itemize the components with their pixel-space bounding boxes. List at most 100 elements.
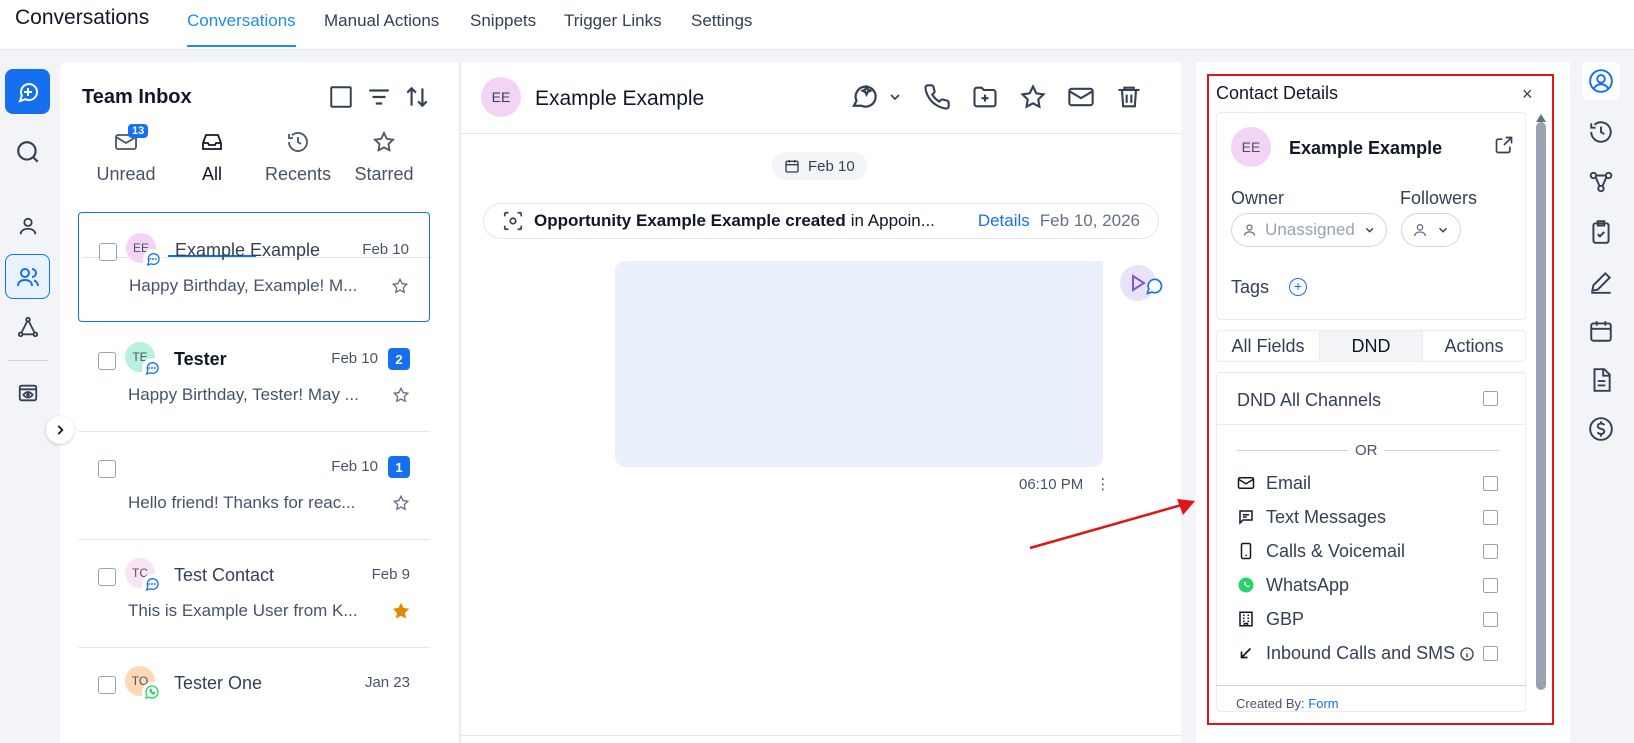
info-icon[interactable] xyxy=(1459,646,1475,662)
dnd-calls-checkbox[interactable] xyxy=(1483,544,1498,559)
dnd-inbound-checkbox[interactable] xyxy=(1483,646,1498,661)
star-filled-icon[interactable] xyxy=(392,602,410,620)
star-icon[interactable] xyxy=(392,494,410,512)
dnd-channel-label: Inbound Calls and SMS xyxy=(1266,643,1456,663)
conversation-checkbox[interactable] xyxy=(98,676,116,694)
tab-trigger-links[interactable]: Trigger Links xyxy=(564,11,662,47)
activity-date: Feb 10, 2026 xyxy=(1039,211,1140,230)
more-vertical-icon[interactable]: ⋮ xyxy=(1095,476,1110,493)
chat-channel-icon xyxy=(142,358,162,378)
inbox-icon xyxy=(202,134,222,150)
conversation-checkbox[interactable] xyxy=(98,460,116,478)
top-navigation: Conversations Conversations Manual Actio… xyxy=(0,0,1634,50)
conversation-checkbox[interactable] xyxy=(98,568,116,586)
triangle-nodes-icon xyxy=(17,316,38,337)
activity-details-link[interactable]: Details xyxy=(978,211,1030,231)
created-by-label: Created By: xyxy=(1236,696,1305,711)
contact-details-panel: Contact Details × EE Example Example Own… xyxy=(1196,62,1570,743)
conversation-item[interactable]: Feb 10 1 Hello friend! Thanks for reac..… xyxy=(78,430,430,540)
user-circle-icon xyxy=(1589,69,1613,93)
message-bubble xyxy=(615,261,1103,467)
mail-icon[interactable] xyxy=(1067,83,1095,111)
external-link-icon[interactable] xyxy=(1494,135,1514,155)
conversation-item[interactable]: EE Example Example Feb 10 Happy Birthday… xyxy=(78,212,430,322)
conversation-checkbox[interactable] xyxy=(98,352,116,370)
search-icon xyxy=(16,140,39,163)
conversation-date: Feb 9 xyxy=(371,566,410,583)
dnd-email-checkbox[interactable] xyxy=(1483,476,1498,491)
app-title: Conversations xyxy=(15,6,150,29)
expand-sidebar-button[interactable] xyxy=(46,416,74,444)
document-icon xyxy=(1593,368,1611,392)
dnd-whatsapp-checkbox[interactable] xyxy=(1483,578,1498,593)
contacts-button[interactable] xyxy=(5,203,50,248)
building-icon xyxy=(1237,610,1255,628)
dnd-all-channels-checkbox[interactable] xyxy=(1483,391,1498,406)
conversation-date: Feb 10 xyxy=(362,241,409,258)
trash-icon[interactable] xyxy=(1115,83,1143,111)
filter-icon[interactable] xyxy=(366,84,392,110)
clock-icon xyxy=(288,132,308,152)
conversation-name: Tester xyxy=(174,349,227,369)
created-by-value[interactable]: Form xyxy=(1308,696,1338,711)
tab-conversations[interactable]: Conversations xyxy=(187,11,296,47)
chevron-down-icon[interactable] xyxy=(887,89,903,105)
user-icon xyxy=(1414,224,1426,237)
dnd-channel-text-messages: Text Messages xyxy=(1217,503,1525,533)
star-icon[interactable] xyxy=(391,277,409,295)
star-icon[interactable] xyxy=(1019,83,1047,111)
tab-actions[interactable]: Actions xyxy=(1423,331,1525,361)
tab-dnd[interactable]: DND xyxy=(1320,331,1423,361)
scroll-up-arrow[interactable] xyxy=(1536,114,1546,122)
followers-select[interactable] xyxy=(1401,213,1461,247)
folder-plus-icon[interactable] xyxy=(971,83,999,111)
star-icon[interactable] xyxy=(392,386,410,404)
opportunity-icon xyxy=(503,211,523,231)
tab-all-fields[interactable]: All Fields xyxy=(1217,331,1320,361)
conversation-list: EE Example Example Feb 10 Happy Birthday… xyxy=(78,212,430,743)
activity-title: Opportunity Example Example created xyxy=(534,211,846,230)
ai-assistant-icon[interactable] xyxy=(849,82,879,112)
conversation-item[interactable]: TC Test Contact Feb 9 This is Example Us… xyxy=(78,538,430,648)
close-icon[interactable]: × xyxy=(1522,84,1533,105)
history-button[interactable] xyxy=(1582,113,1620,151)
conversation-checkbox[interactable] xyxy=(99,243,117,261)
select-all-checkbox[interactable] xyxy=(328,84,354,110)
conversation-contact-name: Example Example xyxy=(535,87,705,110)
tasks-button[interactable] xyxy=(1582,213,1620,251)
workflows-button[interactable] xyxy=(5,304,50,349)
workflow-button[interactable] xyxy=(1582,163,1620,201)
search-button[interactable] xyxy=(5,129,50,174)
right-rail xyxy=(1570,50,1634,743)
tab-snippets[interactable]: Snippets xyxy=(470,11,536,47)
dnd-channel-label: Calls & Voicemail xyxy=(1266,541,1406,561)
dnd-text-messages-checkbox[interactable] xyxy=(1483,510,1498,525)
pen-icon xyxy=(1591,271,1612,294)
owner-select[interactable]: Unassigned xyxy=(1231,213,1387,247)
sort-icon[interactable] xyxy=(404,84,430,110)
payments-button[interactable] xyxy=(1582,410,1620,448)
owner-value: Unassigned xyxy=(1265,220,1355,239)
tab-manual-actions[interactable]: Manual Actions xyxy=(324,11,439,47)
new-message-button[interactable] xyxy=(5,69,50,114)
created-by: Created By: Form xyxy=(1236,696,1339,711)
documents-button[interactable] xyxy=(1582,361,1620,399)
mail-icon xyxy=(1237,474,1255,492)
contact-details-button[interactable] xyxy=(1582,62,1620,100)
conversation-item[interactable]: TE Tester Feb 10 2 Happy Birthday, Teste… xyxy=(78,322,430,432)
conversation-panel: EE Example Example Feb 10 Opportunity Ex… xyxy=(460,62,1182,743)
team-inbox-button[interactable] xyxy=(5,254,50,299)
dnd-channel-whatsapp: WhatsApp xyxy=(1217,571,1525,601)
chat-channel-icon xyxy=(143,249,163,269)
preview-button[interactable] xyxy=(5,370,50,415)
appointments-button[interactable] xyxy=(1582,312,1620,350)
notes-button[interactable] xyxy=(1582,263,1620,301)
conversation-item[interactable]: TO Tester One Jan 23 xyxy=(78,646,430,743)
add-tag-button[interactable]: + xyxy=(1289,278,1307,296)
contact-details-title: Contact Details xyxy=(1216,83,1339,103)
tab-settings[interactable]: Settings xyxy=(691,11,752,47)
phone-icon[interactable] xyxy=(923,83,951,111)
details-scrollbar[interactable] xyxy=(1536,122,1546,690)
conversation-date: Jan 23 xyxy=(364,674,410,691)
dnd-gbp-checkbox[interactable] xyxy=(1483,612,1498,627)
